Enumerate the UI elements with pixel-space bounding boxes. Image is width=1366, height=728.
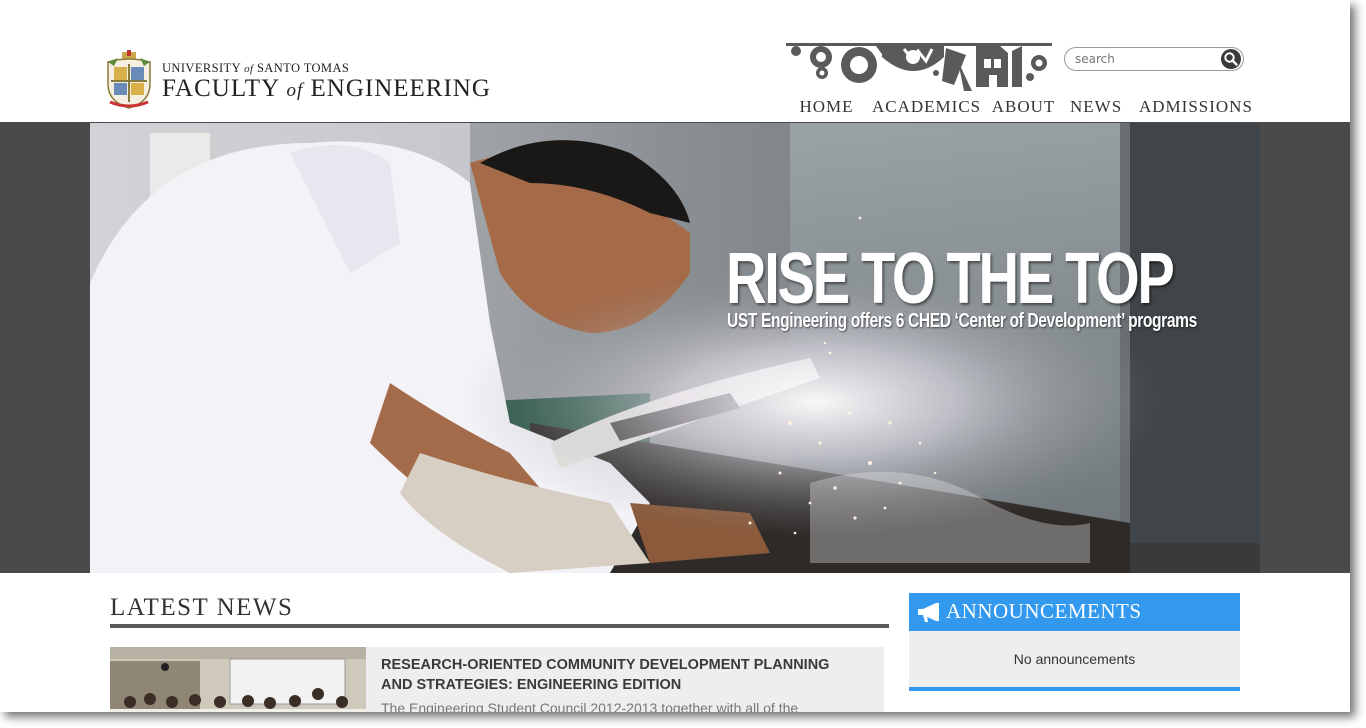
- nav-news[interactable]: NEWS: [1070, 96, 1122, 122]
- search-box: [1064, 47, 1244, 71]
- nav-about[interactable]: ABOUT: [991, 96, 1056, 122]
- announcements-header: ANNOUNCEMENTS: [909, 593, 1240, 631]
- nav-admissions[interactable]: ADMISSIONS: [1139, 96, 1252, 122]
- nav-academics[interactable]: ACADEMICS: [872, 96, 980, 122]
- site-logo[interactable]: UNIVERSITY of SANTO TOMAS FACULTY of ENG…: [104, 50, 491, 110]
- logo-faculty-name: FACULTY of ENGINEERING: [162, 75, 491, 102]
- hero-banner[interactable]: RISE TO THE TOP UST Engineering offers 6…: [90, 123, 1260, 573]
- news-item-title[interactable]: RESEARCH-ORIENTED COMMUNITY DEVELOPMENT …: [381, 655, 861, 695]
- announcements-title: ANNOUNCEMENTS: [946, 599, 1142, 623]
- hero-subtitle: UST Engineering offers 6 CHED ‘Center of…: [727, 310, 1197, 332]
- search-button[interactable]: [1221, 49, 1241, 69]
- search-icon: [1224, 52, 1238, 66]
- announcements-empty-text: No announcements: [1013, 651, 1136, 667]
- news-thumbnail-image: [110, 647, 366, 712]
- news-item[interactable]: RESEARCH-ORIENTED COMMUNITY DEVELOPMENT …: [110, 647, 884, 712]
- news-item-excerpt: The Engineering Student Council 2012-201…: [381, 700, 799, 712]
- latest-news-heading: LATEST NEWS: [110, 594, 889, 628]
- logo-university-name: UNIVERSITY of SANTO TOMAS: [162, 61, 350, 75]
- hero-title: RISE TO THE TOP: [726, 239, 1175, 319]
- page: UNIVERSITY of SANTO TOMAS FACULTY of ENG…: [0, 0, 1350, 712]
- site-header: UNIVERSITY of SANTO TOMAS FACULTY of ENG…: [0, 0, 1350, 126]
- megaphone-icon: [918, 603, 939, 622]
- crest-logo: [107, 50, 151, 109]
- hero-image: [90, 123, 1260, 573]
- news-thumbnail[interactable]: [110, 647, 366, 712]
- announcements-panel: No announcements: [909, 631, 1240, 691]
- search-input[interactable]: [1075, 51, 1215, 67]
- gears-banner-icon: [786, 43, 1052, 91]
